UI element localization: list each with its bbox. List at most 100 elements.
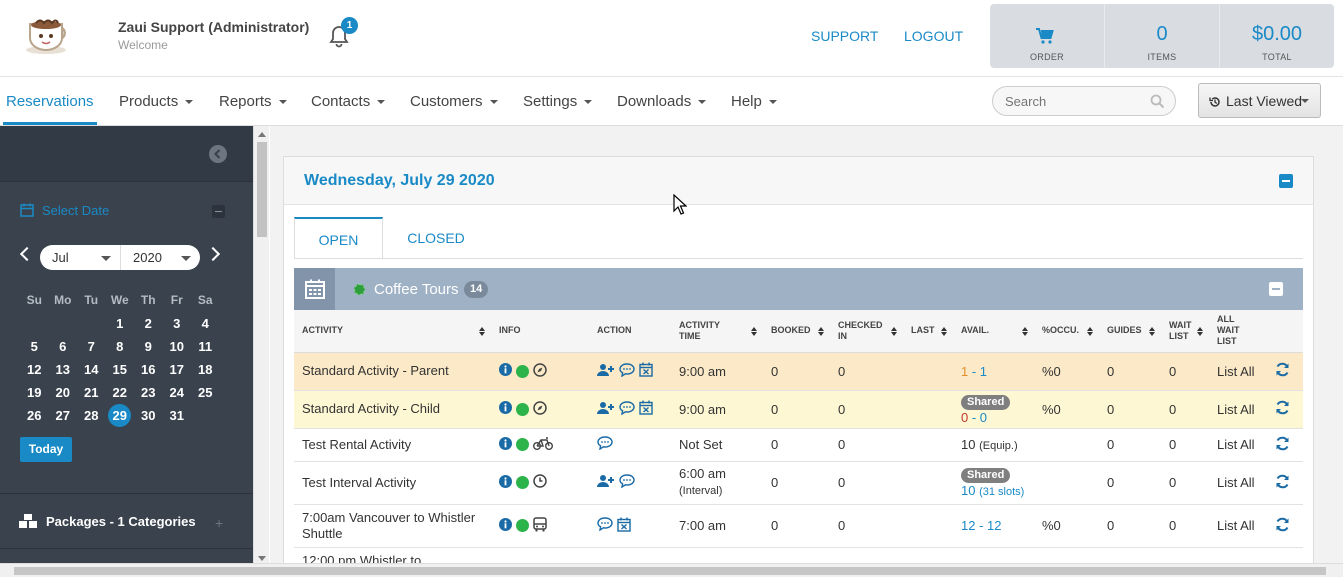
calendar-day[interactable]: 23: [134, 381, 163, 404]
calendar-day[interactable]: 2: [134, 312, 163, 335]
activity-name-link[interactable]: Standard Activity - Child: [294, 390, 491, 429]
scrollbar-thumb[interactable]: [14, 567, 1326, 575]
comment-icon[interactable]: [619, 400, 635, 418]
list-all-link[interactable]: List All: [1209, 390, 1267, 429]
next-month-icon[interactable]: [205, 246, 221, 262]
calendar-day[interactable]: 30: [134, 404, 163, 427]
cart-order-cell[interactable]: ORDER: [990, 4, 1105, 68]
col-wait-list[interactable]: WAIT LIST: [1161, 310, 1209, 353]
calendar-day[interactable]: 17: [163, 358, 192, 381]
refresh-icon[interactable]: [1275, 400, 1290, 418]
col-avail[interactable]: AVAIL.: [953, 310, 1034, 353]
col-activity[interactable]: ACTIVITY: [294, 310, 491, 353]
category-bar[interactable]: Coffee Tours 14: [294, 268, 1303, 310]
table-row[interactable]: Standard Activity - Parent 9:00 am 0 0 1…: [294, 352, 1303, 391]
calendar-day[interactable]: 6: [49, 335, 78, 358]
sort-icon[interactable]: [479, 327, 485, 336]
comment-icon[interactable]: [619, 362, 635, 380]
info-icon[interactable]: [499, 474, 512, 491]
col-guides[interactable]: GUIDES: [1099, 310, 1161, 353]
table-row[interactable]: Test Interval Activity 6:00 am (Interval)…: [294, 461, 1303, 505]
wait-list-count[interactable]: 0: [1161, 352, 1209, 391]
calendar-day-selected[interactable]: 29: [106, 404, 135, 427]
activity-name-link[interactable]: 7:00am Vancouver to Whistler Shuttle: [294, 504, 491, 548]
sort-icon[interactable]: [941, 327, 947, 336]
col-booked[interactable]: BOOKED: [763, 310, 830, 353]
calendar-day[interactable]: 18: [191, 358, 220, 381]
calendar-day[interactable]: 12: [20, 358, 49, 381]
packages-section[interactable]: Packages - 1 Categories +: [0, 493, 253, 549]
add-user-icon[interactable]: [597, 474, 615, 491]
brand-logo[interactable]: [22, 12, 72, 56]
refresh-icon[interactable]: [1275, 436, 1290, 454]
calendar-day[interactable]: 21: [77, 381, 106, 404]
category-calendar-button[interactable]: [294, 268, 335, 310]
nav-customers[interactable]: Customers: [410, 93, 498, 110]
info-icon[interactable]: [499, 401, 512, 417]
col-checked-in[interactable]: CHECKED IN: [830, 310, 903, 353]
sort-icon[interactable]: [1087, 327, 1093, 336]
nav-downloads[interactable]: Downloads: [617, 93, 707, 110]
activity-name-link[interactable]: Standard Activity - Parent: [294, 352, 491, 391]
support-link[interactable]: SUPPORT: [811, 28, 878, 44]
table-row[interactable]: 7:00am Vancouver to Whistler Shuttle 7:0…: [294, 504, 1303, 548]
list-all-link[interactable]: List All: [1209, 461, 1267, 505]
notification-badge[interactable]: 1: [341, 17, 358, 34]
nav-reports[interactable]: Reports: [219, 93, 287, 110]
horizontal-scrollbar[interactable]: [0, 563, 1343, 577]
select-date-collapse-button[interactable]: [212, 205, 225, 218]
search-icon[interactable]: [1150, 94, 1165, 112]
availability[interactable]: Shared 10 (31 slots): [953, 461, 1034, 505]
comment-icon[interactable]: [597, 436, 613, 453]
table-row[interactable]: Test Rental Activity Not Set 0 0 10 (Equ…: [294, 428, 1303, 462]
sort-icon[interactable]: [818, 327, 824, 336]
calendar-day[interactable]: 28: [77, 404, 106, 427]
calendar-day[interactable]: 11: [191, 335, 220, 358]
plus-icon[interactable]: +: [215, 515, 223, 531]
calendar-close-icon[interactable]: [639, 362, 653, 380]
month-select[interactable]: Jul: [40, 245, 120, 270]
calendar-day[interactable]: 26: [20, 404, 49, 427]
info-icon[interactable]: [499, 436, 512, 453]
sidebar-collapse-button[interactable]: [209, 145, 227, 163]
refresh-icon[interactable]: [1275, 517, 1290, 535]
table-row[interactable]: Standard Activity - Child 9:00 am 0 0 Sh…: [294, 390, 1303, 429]
calendar-day[interactable]: 25: [191, 381, 220, 404]
calendar-day[interactable]: 9: [134, 335, 163, 358]
calendar-day[interactable]: 22: [106, 381, 135, 404]
collapse-panel-button[interactable]: [1279, 174, 1293, 188]
refresh-icon[interactable]: [1275, 474, 1290, 492]
calendar-day[interactable]: 7: [77, 335, 106, 358]
availability[interactable]: 12 - 12: [953, 504, 1034, 548]
search-input[interactable]: [1005, 87, 1145, 115]
wait-list-count[interactable]: 0: [1161, 504, 1209, 548]
calendar-day[interactable]: 14: [77, 358, 106, 381]
sort-icon[interactable]: [1197, 327, 1203, 336]
calendar-day[interactable]: 5: [20, 335, 49, 358]
calendar-day[interactable]: 8: [106, 335, 135, 358]
info-icon[interactable]: [499, 517, 512, 534]
nav-contacts[interactable]: Contacts: [311, 93, 386, 110]
calendar-close-icon[interactable]: [617, 517, 631, 535]
cart-total-cell[interactable]: $0.00 TOTAL: [1220, 4, 1334, 68]
scroll-down-icon[interactable]: [258, 556, 266, 561]
guides-count[interactable]: 0: [1099, 352, 1161, 391]
cart-items-cell[interactable]: 0 ITEMS: [1105, 4, 1220, 68]
calendar-day[interactable]: 1: [106, 312, 135, 335]
availability[interactable]: Shared 0 - 0: [953, 390, 1034, 429]
calendar-day[interactable]: 15: [106, 358, 135, 381]
wait-list-count[interactable]: 0: [1161, 390, 1209, 429]
refresh-icon[interactable]: [1275, 362, 1290, 380]
today-button[interactable]: Today: [20, 437, 72, 462]
tab-open[interactable]: OPEN: [294, 217, 383, 259]
nav-help[interactable]: Help: [731, 93, 777, 110]
calendar-day[interactable]: 20: [49, 381, 78, 404]
calendar-day[interactable]: 3: [163, 312, 192, 335]
calendar-day[interactable]: 27: [49, 404, 78, 427]
guides-count[interactable]: 0: [1099, 390, 1161, 429]
wait-list-count[interactable]: 0: [1161, 461, 1209, 505]
calendar-close-icon[interactable]: [639, 400, 653, 418]
wait-list-count[interactable]: 0: [1161, 428, 1209, 462]
scrollbar-thumb[interactable]: [257, 142, 267, 237]
add-user-icon[interactable]: [597, 401, 615, 418]
